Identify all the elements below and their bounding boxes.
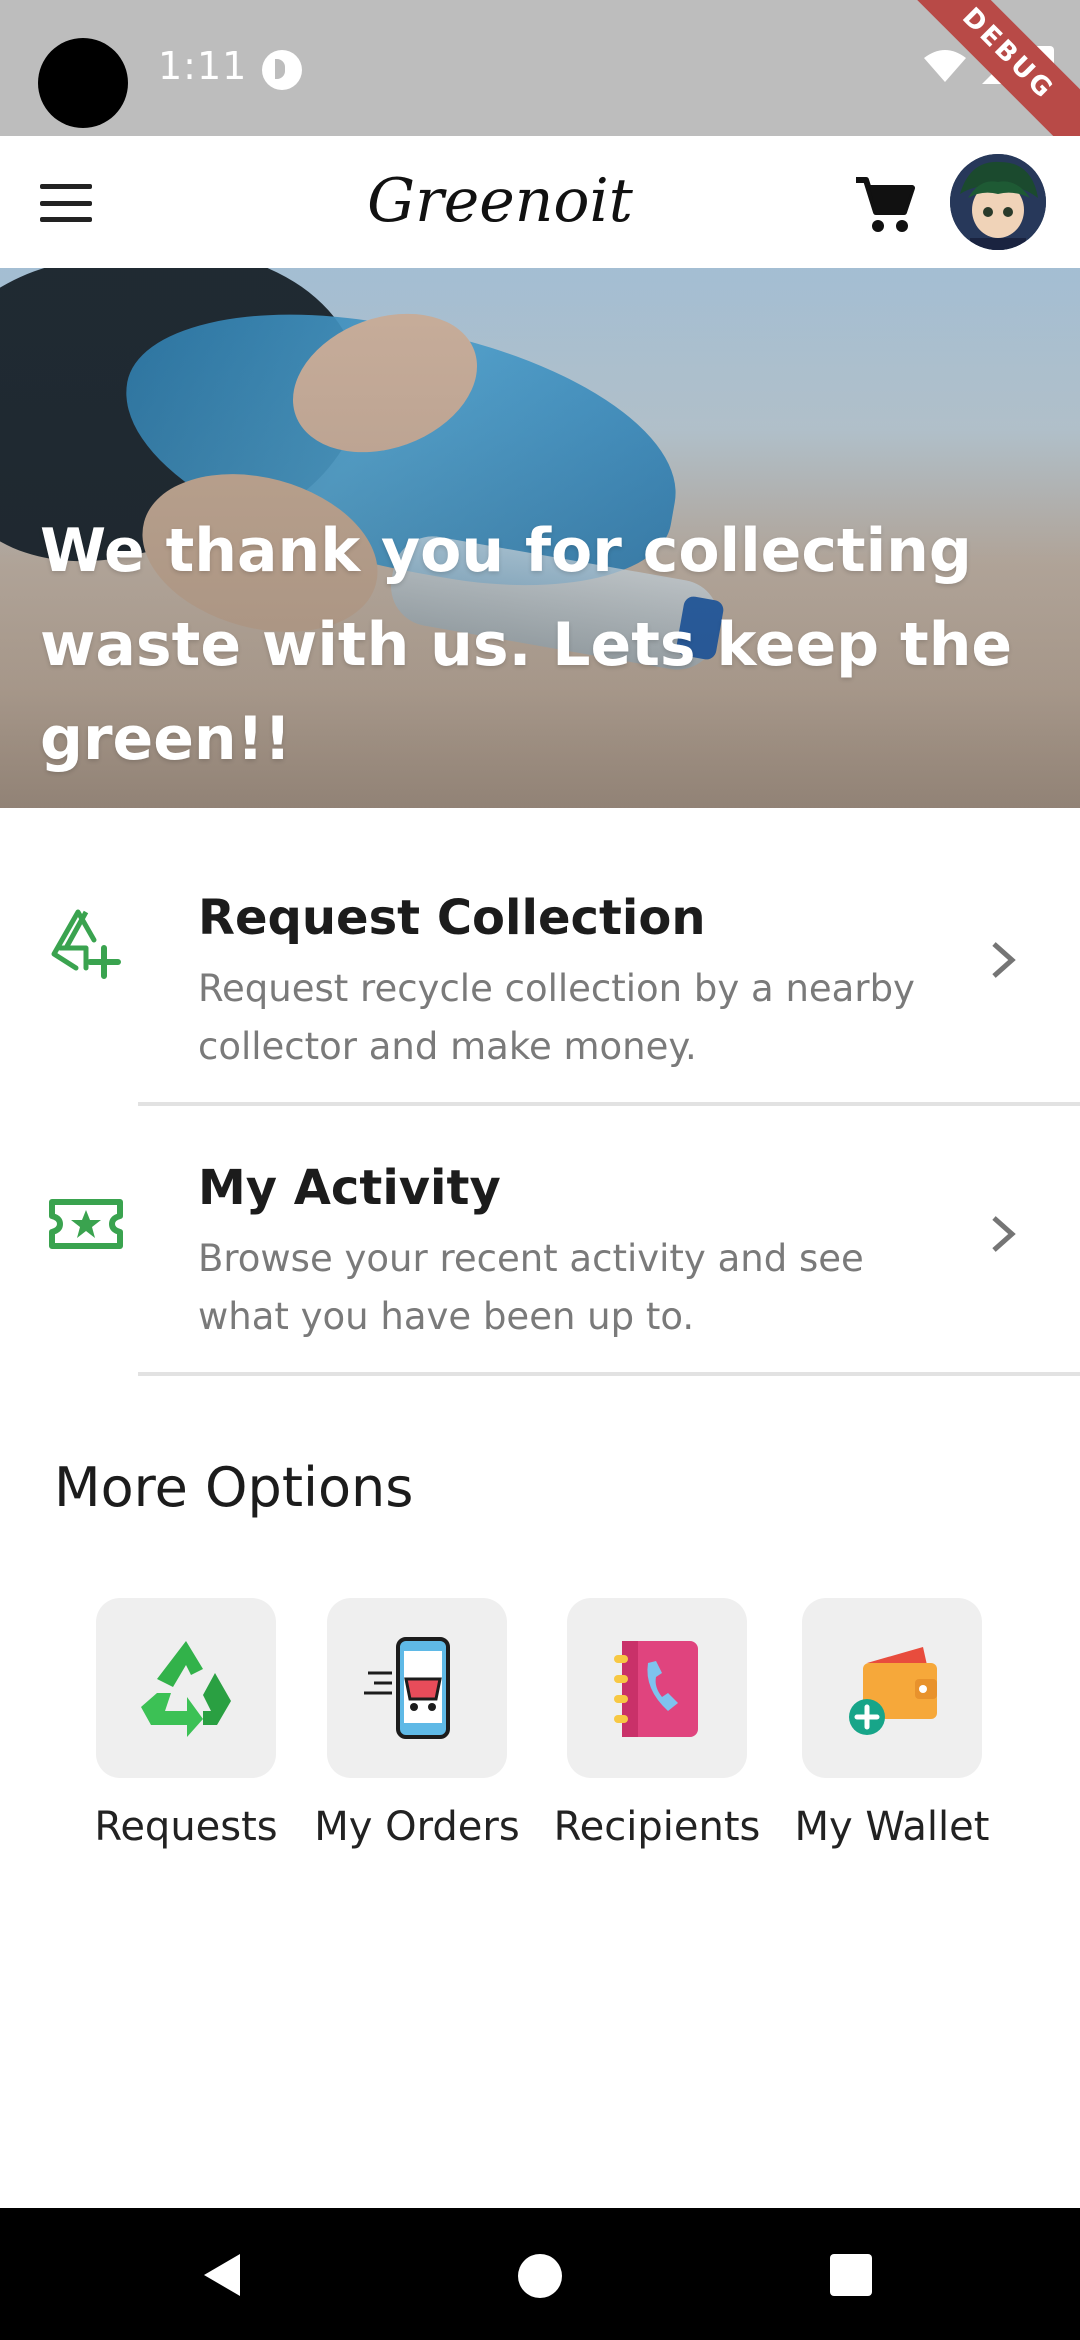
menu-icon[interactable] [40, 184, 92, 222]
camera-cutout [38, 38, 128, 128]
avatar[interactable] [950, 154, 1046, 250]
notification-badge-icon [262, 50, 302, 90]
chevron-right-icon [992, 1216, 1016, 1252]
option-my-orders-tile[interactable] [327, 1598, 507, 1778]
phone-cart-icon [364, 1637, 450, 1739]
hero-message: We thank you for collecting waste with u… [40, 516, 1013, 774]
contacts-book-icon [614, 1641, 698, 1737]
my-activity-title: My Activity [198, 1160, 501, 1216]
more-options-title: More Options [54, 1456, 414, 1519]
request-collection-title: Request Collection [198, 890, 706, 946]
app-title: Greenoit [367, 166, 633, 236]
status-time: 1:11 [158, 44, 248, 88]
hero-banner: We thank you for collecting waste with u… [0, 268, 1080, 808]
back-icon[interactable] [198, 2250, 248, 2300]
recycle-plus-icon [51, 909, 121, 979]
option-my-wallet-label: My Wallet [794, 1804, 990, 1850]
app-bar: Greenoit [0, 136, 1080, 268]
ticket-star-icon [49, 1199, 123, 1249]
option-recipients-label: Recipients [553, 1804, 761, 1850]
status-bar: 1:11 DEBUG [0, 0, 1080, 136]
my-activity-description: Browse your recent activity and see what… [198, 1237, 864, 1338]
my-activity-item[interactable]: My Activity Browse your recent activity … [0, 1104, 1080, 1376]
home-icon[interactable] [518, 2254, 562, 2298]
recycle-icon [141, 1641, 231, 1737]
request-collection-item[interactable]: Request Collection Request recycle colle… [0, 832, 1080, 1106]
system-nav-bar [0, 2208, 1080, 2340]
option-my-orders-label: My Orders [314, 1804, 520, 1850]
divider [138, 1372, 1080, 1376]
chevron-right-icon [992, 942, 1016, 978]
wifi-icon [924, 50, 966, 82]
option-requests-label: Requests [94, 1804, 278, 1850]
option-requests-tile[interactable] [96, 1598, 276, 1778]
option-my-wallet-tile[interactable] [802, 1598, 982, 1778]
recents-icon[interactable] [830, 2254, 872, 2296]
option-recipients-tile[interactable] [567, 1598, 747, 1778]
wallet-add-icon [849, 1647, 937, 1735]
request-collection-description: Request recycle collection by a nearby c… [198, 967, 915, 1068]
cart-icon[interactable] [852, 174, 916, 238]
